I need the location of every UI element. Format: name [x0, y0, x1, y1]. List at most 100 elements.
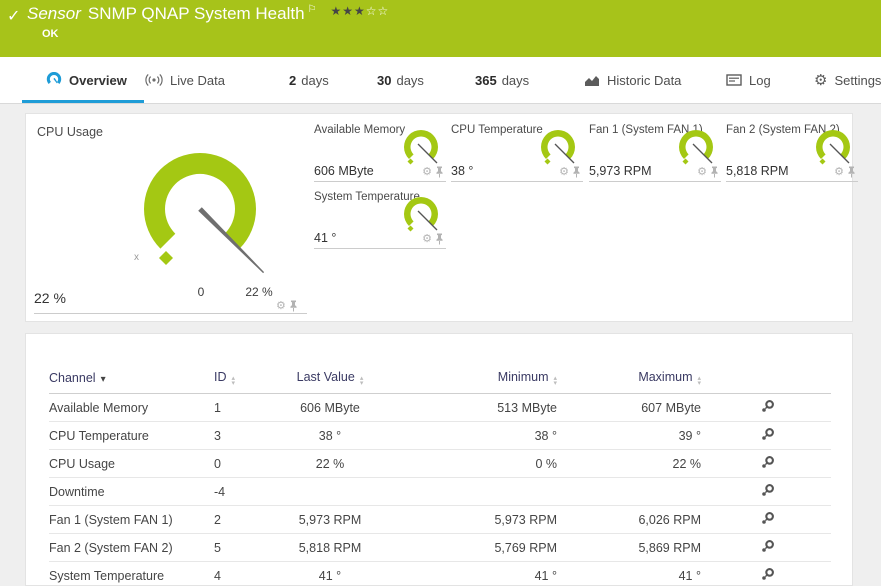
- sort-icon: ▴ ▾: [359, 375, 364, 387]
- col-header-last-value[interactable]: Last Value ▴ ▾: [269, 370, 391, 394]
- tab-bar: Overview Live Data 2 days 30 days 365 da…: [0, 57, 881, 104]
- minimum-value: 5,769 RPM: [391, 533, 561, 562]
- maximum-value: 39 °: [561, 421, 705, 450]
- last-value: 606 MByte: [269, 393, 391, 422]
- channel-settings-icon[interactable]: [761, 455, 775, 472]
- gauge-label: CPU Temperature: [451, 124, 543, 136]
- sort-desc-icon: ▾: [100, 374, 106, 385]
- channel-name: CPU Temperature: [49, 421, 214, 450]
- active-tab-underline: [22, 100, 144, 103]
- col-header-channel[interactable]: Channel ▾: [49, 370, 214, 394]
- channel-name: Fan 1 (System FAN 1): [49, 505, 214, 534]
- gauge-cell-fan2: Fan 2 (System FAN 2) 5,818 RPM ⚙: [726, 124, 858, 182]
- gauge-value: 41 °: [314, 231, 337, 245]
- channel-id: 5: [214, 533, 269, 562]
- area-chart-icon: [584, 74, 600, 87]
- gauge-value: 5,973 RPM: [589, 164, 652, 178]
- pin-icon[interactable]: [435, 166, 444, 178]
- gear-icon: ⚙: [814, 71, 828, 89]
- tab-label: Live Data: [170, 72, 225, 88]
- gauge-cell-actions: ⚙: [834, 166, 856, 178]
- sort-icon: ▴ ▾: [231, 375, 236, 387]
- pin-icon[interactable]: [847, 166, 856, 178]
- log-list-icon: [726, 74, 742, 86]
- gauge-cell-cpu-temperature: CPU Temperature 38 ° ⚙: [451, 124, 583, 182]
- channel-id: 3: [214, 421, 269, 450]
- tab-365-days[interactable]: 365 days: [475, 57, 529, 103]
- table-row: Fan 2 (System FAN 2) 5 5,818 RPM 5,769 R…: [49, 533, 831, 562]
- gear-icon[interactable]: ⚙: [422, 167, 432, 178]
- gauge-value: 38 °: [451, 164, 474, 178]
- channels-table: Channel ▾ ID ▴ ▾ Last Value ▴ ▾ Minimum ▴ ▾ Max…: [49, 370, 831, 585]
- pin-icon[interactable]: [435, 233, 444, 245]
- stars-filled[interactable]: ★★★: [331, 4, 366, 18]
- cpu-usage-gauge: [144, 153, 265, 274]
- minimum-value: 41 °: [391, 561, 561, 585]
- tab-overview[interactable]: Overview: [46, 57, 127, 103]
- tab-2-days[interactable]: 2 days: [289, 57, 329, 103]
- gauge-icon: [46, 72, 62, 88]
- gear-icon[interactable]: ⚙: [834, 167, 844, 178]
- channel-id: 4: [214, 561, 269, 585]
- gear-icon[interactable]: ⚙: [276, 301, 286, 312]
- channel-settings-icon[interactable]: [761, 539, 775, 556]
- gear-icon[interactable]: ⚙: [559, 167, 569, 178]
- channel-name: System Temperature: [49, 561, 214, 585]
- sensor-status-bar: ✓ Sensor SNMP QNAP System Health ⚐ ★★★☆☆ OK: [0, 0, 881, 57]
- channel-settings-icon[interactable]: [761, 399, 775, 416]
- minimum-value: 5,973 RPM: [391, 505, 561, 534]
- sort-icon: ▴ ▾: [553, 375, 557, 387]
- gauge-cell-system-temperature: System Temperature 41 ° ⚙: [314, 191, 446, 249]
- gauge-value: 606 MByte: [314, 164, 374, 178]
- channel-settings-icon[interactable]: [761, 427, 775, 444]
- minimum-value: 38 °: [391, 421, 561, 450]
- favorite-star-rating[interactable]: ★★★☆☆: [331, 4, 390, 18]
- stars-empty[interactable]: ☆☆: [366, 4, 390, 18]
- pin-icon[interactable]: [289, 300, 298, 312]
- channel-settings-icon[interactable]: [761, 483, 775, 500]
- tab-label: Log: [749, 72, 771, 88]
- maximum-value: 607 MByte: [561, 393, 705, 422]
- gauge-cell-actions: ⚙: [422, 166, 444, 178]
- priority-flag-icon[interactable]: ⚐: [308, 4, 317, 15]
- tab-historic-data[interactable]: Historic Data: [584, 57, 681, 103]
- gauge-cell-actions: ⚙: [422, 233, 444, 245]
- cell-divider: [34, 313, 307, 314]
- gear-icon[interactable]: ⚙: [697, 167, 707, 178]
- channel-name: Available Memory: [49, 393, 214, 422]
- table-row: CPU Temperature 3 38 ° 38 ° 39 °: [49, 421, 831, 450]
- tab-label: Overview: [69, 72, 127, 88]
- col-header-id[interactable]: ID ▴ ▾: [214, 370, 269, 394]
- maximum-value: 6,026 RPM: [561, 505, 705, 534]
- last-value: [269, 477, 391, 506]
- last-value: 38 °: [269, 421, 391, 450]
- minimum-value: 0 %: [391, 449, 561, 478]
- tab-30-days[interactable]: 30 days: [377, 57, 424, 103]
- live-broadcast-icon: [145, 73, 163, 87]
- gauge-cell-actions: ⚙: [559, 166, 581, 178]
- gear-icon[interactable]: ⚙: [422, 234, 432, 245]
- tab-log[interactable]: Log: [726, 57, 771, 103]
- channel-name: CPU Usage: [49, 449, 214, 478]
- col-header-maximum[interactable]: Maximum ▴ ▾: [561, 370, 705, 394]
- minimum-value: 513 MByte: [391, 393, 561, 422]
- pin-icon[interactable]: [572, 166, 581, 178]
- status-badge: OK: [42, 28, 59, 40]
- gauge-cell-available-memory: Available Memory 606 MByte ⚙: [314, 124, 446, 182]
- tab-settings[interactable]: ⚙ Settings: [814, 57, 881, 103]
- pin-icon[interactable]: [710, 166, 719, 178]
- table-row: System Temperature 4 41 ° 41 ° 41 °: [49, 561, 831, 585]
- col-header-actions: [705, 370, 831, 394]
- channel-settings-icon[interactable]: [761, 567, 775, 584]
- gauge-cell-actions: ⚙: [697, 166, 719, 178]
- tab-live-data[interactable]: Live Data: [145, 57, 225, 103]
- col-header-minimum[interactable]: Minimum ▴ ▾: [391, 370, 561, 394]
- tab-number: 2: [289, 72, 297, 88]
- page-title: SNMP QNAP System Health: [87, 4, 305, 23]
- channel-id: -4: [214, 477, 269, 506]
- gauge-axis-mark: x: [134, 252, 139, 263]
- tab-label: days: [501, 72, 530, 88]
- table-row: CPU Usage 0 22 % 0 % 22 %: [49, 449, 831, 478]
- channel-settings-icon[interactable]: [761, 511, 775, 528]
- tab-label: days: [396, 72, 424, 88]
